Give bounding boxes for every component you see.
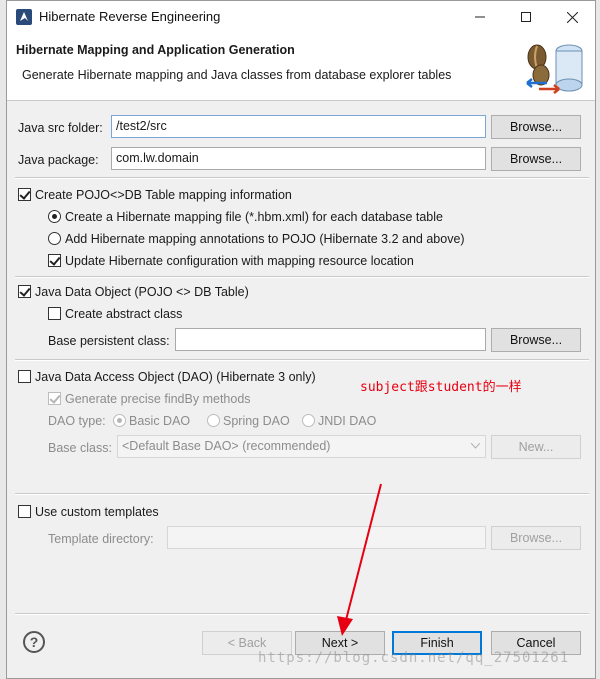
annotation-arrow (337, 483, 382, 636)
watermark: https://blog.csdn.net/qq_27501261 (258, 650, 570, 666)
